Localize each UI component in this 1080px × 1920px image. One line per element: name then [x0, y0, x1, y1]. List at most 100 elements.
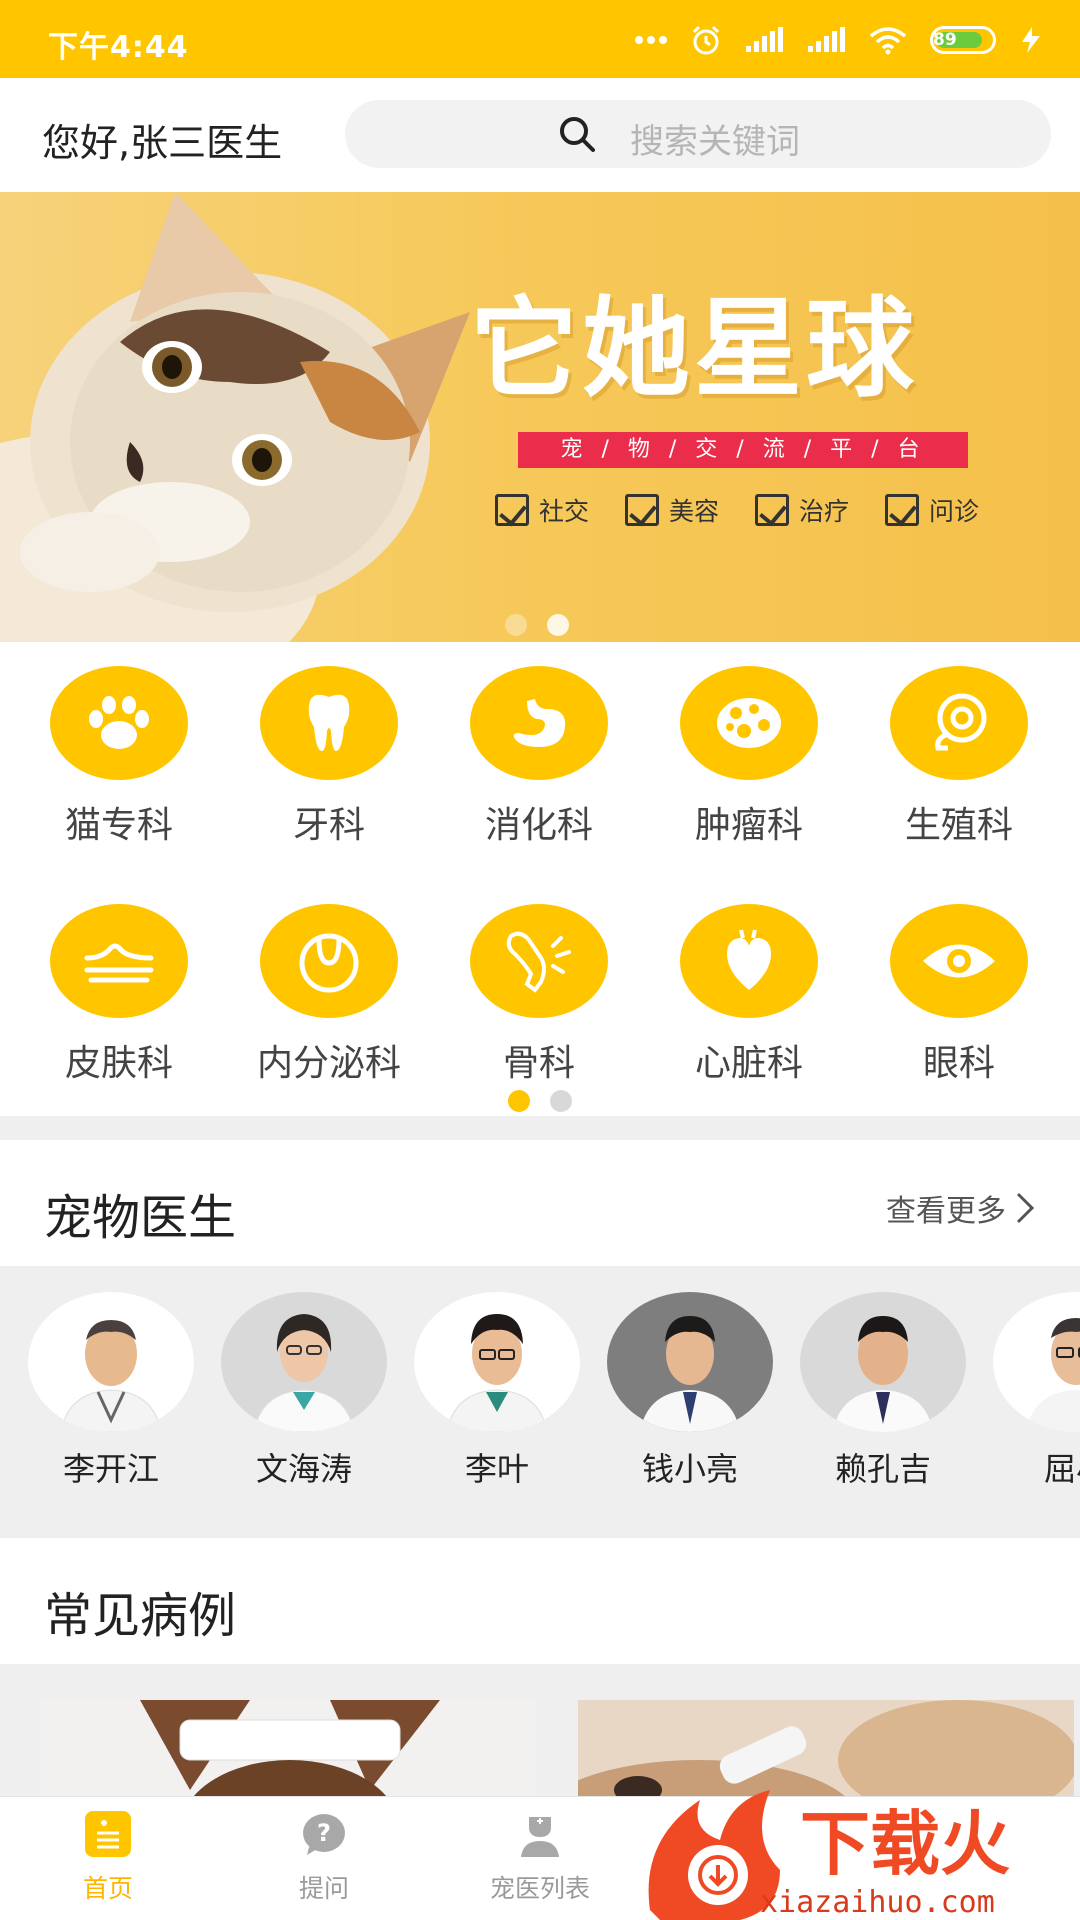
- category-ophthalmology[interactable]: 眼科: [854, 904, 1064, 1086]
- category-label: 眼科: [922, 1043, 995, 1084]
- banner-tag: 社交: [495, 492, 589, 528]
- doctor-card[interactable]: 屈小: [991, 1292, 1080, 1490]
- stomach-icon: [470, 666, 608, 780]
- flame-logo-icon: 下载火 xiazaihuo.com: [648, 1790, 1010, 1920]
- more-dots-icon: [634, 35, 668, 45]
- doctor-name: 赖孔吉: [834, 1450, 931, 1488]
- banner-tag-label: 治疗: [799, 497, 850, 526]
- doctor-name: 文海涛: [255, 1450, 352, 1488]
- tumor-icon: [680, 666, 818, 780]
- search-icon: [560, 117, 595, 152]
- charging-icon: [1018, 26, 1044, 54]
- nav-doctor-list[interactable]: 宠医列表: [460, 1811, 620, 1905]
- category-pagination: [508, 1090, 572, 1112]
- category-label: 心脏科: [694, 1043, 803, 1084]
- eye-icon: [890, 904, 1028, 1018]
- cases-section-header: 常见病例: [0, 1538, 1080, 1664]
- search-placeholder: 搜索关键词: [630, 122, 800, 162]
- section-divider: [0, 1116, 1080, 1140]
- category-endocrine[interactable]: 内分泌科: [224, 904, 434, 1086]
- category-skin[interactable]: 皮肤科: [14, 904, 224, 1086]
- status-icons: 89: [634, 20, 1044, 60]
- status-bar: 下午4:44 89: [0, 0, 1080, 78]
- avatar: [28, 1292, 194, 1432]
- bone-icon: [470, 904, 608, 1018]
- category-oncology[interactable]: 肿瘤科: [644, 666, 854, 848]
- watermark-url: xiazaihuo.com: [760, 1885, 995, 1920]
- promo-banner[interactable]: 它她星球 宠 / 物 / 交 / 流 / 平 / 台 社交 美容 治疗 问诊: [0, 192, 1080, 642]
- checkbox-icon: [755, 494, 790, 526]
- header: 您好,张三医生 搜索关键词: [0, 78, 1080, 192]
- reproductive-icon: [890, 666, 1028, 780]
- case-image-dog[interactable]: [40, 1700, 536, 1804]
- checkbox-icon: [885, 494, 920, 526]
- category-label: 猫专科: [64, 805, 173, 846]
- category-label: 生殖科: [904, 805, 1013, 846]
- doctor-list-icon: [517, 1811, 563, 1857]
- search-input[interactable]: 搜索关键词: [345, 100, 1051, 168]
- signal-icon-2: [806, 26, 846, 54]
- view-more-label: 查看更多: [886, 1194, 1006, 1229]
- section-title: 宠物医生: [44, 1190, 237, 1246]
- endocrine-icon: [260, 904, 398, 1018]
- status-time: 下午4:44: [48, 30, 189, 65]
- section-title: 常见病例: [44, 1588, 237, 1644]
- category-label: 骨科: [502, 1043, 575, 1084]
- svg-text:?: ?: [317, 1819, 331, 1847]
- nav-home[interactable]: 首页: [28, 1811, 188, 1905]
- doctor-card[interactable]: 李开江: [26, 1292, 196, 1490]
- doctor-card[interactable]: 赖孔吉: [798, 1292, 968, 1490]
- category-cat[interactable]: 猫专科: [14, 666, 224, 848]
- battery-level: 89: [933, 30, 957, 50]
- banner-tag-label: 问诊: [929, 497, 980, 526]
- category-cardiology[interactable]: 心脏科: [644, 904, 854, 1086]
- category-dental[interactable]: 牙科: [224, 666, 434, 848]
- avatar: [993, 1292, 1080, 1432]
- avatar: [607, 1292, 773, 1432]
- banner-tag: 美容: [625, 492, 719, 528]
- avatar: [414, 1292, 580, 1432]
- skin-icon: [50, 904, 188, 1018]
- category-orthopedic[interactable]: 骨科: [434, 904, 644, 1086]
- view-more-link[interactable]: 查看更多: [886, 1186, 1036, 1230]
- doctor-name: 李叶: [464, 1450, 529, 1488]
- banner-pagination: [505, 614, 569, 636]
- banner-subtitle: 宠 / 物 / 交 / 流 / 平 / 台: [518, 432, 968, 468]
- category-digestive[interactable]: 消化科: [434, 666, 644, 848]
- doctor-name: 李开江: [62, 1450, 159, 1488]
- nav-label: 提问: [298, 1874, 349, 1903]
- nav-ask[interactable]: ? 提问: [244, 1811, 404, 1905]
- alarm-icon: [690, 24, 722, 56]
- category-label: 消化科: [484, 805, 593, 846]
- question-icon: ?: [301, 1811, 347, 1857]
- category-reproductive[interactable]: 生殖科: [854, 666, 1064, 848]
- banner-tag: 问诊: [885, 492, 979, 528]
- watermark-logo: 下载火 xiazaihuo.com: [640, 1780, 1080, 1920]
- doctor-card[interactable]: 文海涛: [219, 1292, 389, 1490]
- banner-dot[interactable]: [505, 614, 527, 636]
- doctor-name: 屈小: [1043, 1450, 1080, 1488]
- doctor-card[interactable]: 钱小亮: [605, 1292, 775, 1490]
- doctor-card[interactable]: 李叶: [412, 1292, 582, 1490]
- banner-dot-active[interactable]: [547, 614, 569, 636]
- banner-tag-label: 美容: [669, 497, 720, 526]
- avatar: [800, 1292, 966, 1432]
- nav-label: 首页: [82, 1874, 133, 1903]
- category-dot-active[interactable]: [508, 1090, 530, 1112]
- wifi-icon: [868, 25, 908, 55]
- category-label: 肿瘤科: [694, 805, 803, 846]
- paw-icon: [50, 666, 188, 780]
- category-label: 皮肤科: [64, 1043, 173, 1084]
- category-label: 内分泌科: [256, 1043, 401, 1084]
- category-label: 牙科: [292, 805, 365, 846]
- banner-title: 它她星球: [470, 287, 919, 412]
- doctor-list: 李开江 文海涛 李叶 钱小亮 赖孔吉 屈小: [0, 1266, 1080, 1538]
- checkbox-icon: [495, 494, 529, 526]
- category-grid: 猫专科 牙科 消化科 肿瘤科 生殖科 皮肤科 内分泌科 骨科 心脏科 眼科: [0, 642, 1080, 1116]
- category-dot[interactable]: [550, 1090, 572, 1112]
- checkbox-icon: [625, 494, 660, 526]
- nav-label: 宠医列表: [489, 1874, 590, 1903]
- heart-icon: [680, 904, 818, 1018]
- banner-tag-label: 社交: [539, 497, 590, 526]
- banner-tag: 治疗: [755, 492, 849, 528]
